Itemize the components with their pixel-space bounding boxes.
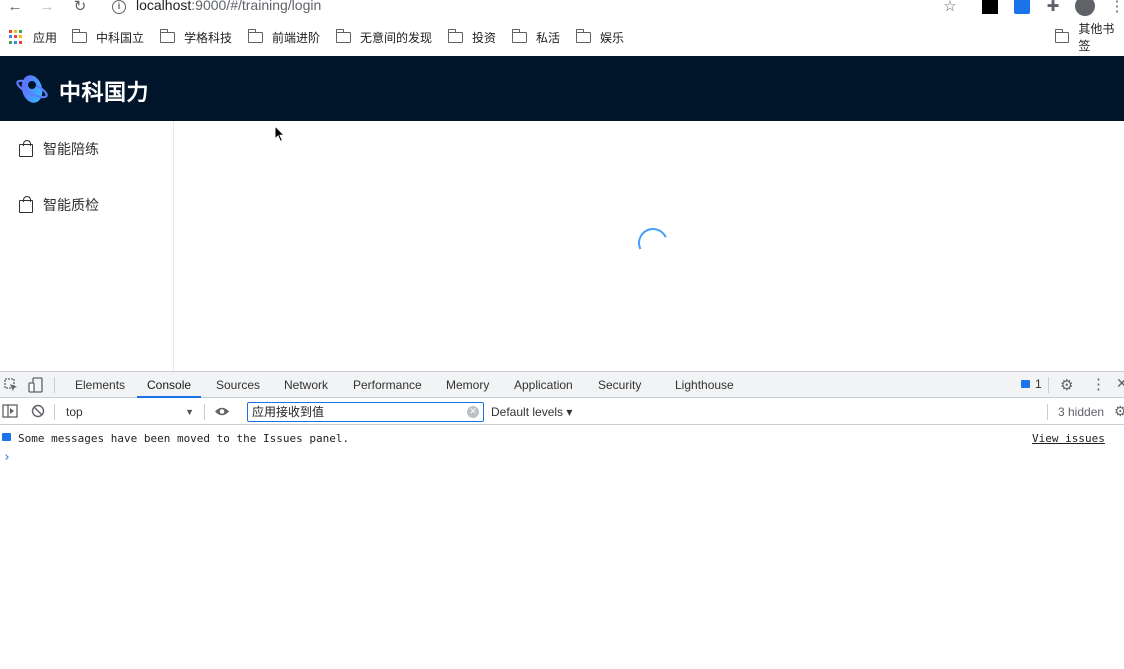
live-expression-eye-icon[interactable] <box>214 406 230 417</box>
menu-item-label: 智能陪练 <box>43 141 99 157</box>
shopping-bag-icon <box>19 196 33 213</box>
tab-elements[interactable]: Elements <box>75 372 125 398</box>
menu-item-training[interactable]: 智能陪练 <box>0 129 173 169</box>
issues-count: 1 <box>1035 377 1042 391</box>
bookmark-label: 娱乐 <box>600 30 625 45</box>
browser-menu-icon[interactable]: ⋮ <box>1108 0 1124 16</box>
message-text: Some messages have been moved to the Iss… <box>18 432 350 445</box>
folder-icon <box>159 28 175 43</box>
settings-gear-icon[interactable]: ⚙ <box>1060 376 1073 394</box>
filter-value: 应用接收到值 <box>252 405 325 419</box>
divider <box>1048 377 1049 393</box>
bookmark-label: 投资 <box>472 30 497 45</box>
blue-extension-icon[interactable] <box>1014 0 1030 14</box>
mouse-cursor-icon <box>274 125 286 143</box>
console-filter-input[interactable]: 应用接收到值 ✕ <box>247 402 484 422</box>
device-toolbar-icon[interactable] <box>28 377 44 393</box>
extensions-puzzle-icon[interactable]: ✚ <box>1044 0 1062 16</box>
tab-sources[interactable]: Sources <box>216 372 260 398</box>
inspect-element-icon[interactable] <box>4 378 18 392</box>
bookmark-folder[interactable]: 中科国立 <box>71 28 145 45</box>
folder-icon <box>1054 28 1070 43</box>
context-value: top <box>66 405 83 419</box>
console-settings-gear-icon[interactable]: ⚙ <box>1114 403 1124 420</box>
site-info-icon[interactable]: i <box>112 0 126 14</box>
tab-performance[interactable]: Performance <box>353 372 422 398</box>
profile-avatar-icon[interactable] <box>1075 0 1095 16</box>
console-message: Some messages have been moved to the Iss… <box>0 430 1124 448</box>
console-prompt[interactable]: › <box>3 450 11 465</box>
bookmark-folder[interactable]: 投资 <box>447 28 497 45</box>
hidden-count: 3 hidden <box>1058 405 1105 419</box>
bookmark-apps[interactable]: 应用 <box>9 29 57 45</box>
tab-console[interactable]: Console <box>137 372 202 398</box>
folder-icon <box>447 28 463 43</box>
devtools-panel: Elements Console Sources Network Perform… <box>0 371 1124 669</box>
console-toolbar: top ▼ 应用接收到值 ✕ Default levels ▾ 3 hidden… <box>0 399 1124 425</box>
sidebar-toggle-icon[interactable] <box>2 404 18 418</box>
reload-icon[interactable]: ↻ <box>71 0 89 16</box>
app-header: 中科国力 <box>0 56 1124 121</box>
tab-lighthouse[interactable]: Lighthouse <box>675 372 734 398</box>
tab-memory[interactable]: Memory <box>446 372 489 398</box>
browser-toolbar: ← → ↻ i localhost:9000/#/training/login … <box>0 0 1124 22</box>
tab-security[interactable]: Security <box>598 372 641 398</box>
main-content <box>174 121 1124 371</box>
address-bar[interactable]: localhost:9000/#/training/login <box>136 0 321 13</box>
bookmark-label: 私活 <box>536 30 561 45</box>
folder-icon <box>575 28 591 43</box>
issue-flag-icon <box>1021 380 1030 388</box>
back-icon[interactable]: ← <box>6 0 24 16</box>
bookmark-label: 中科国立 <box>96 30 145 45</box>
url-host: localhost <box>136 0 192 13</box>
bookmark-folder[interactable]: 私活 <box>511 28 561 45</box>
bookmark-folder[interactable]: 学格科技 <box>159 28 233 45</box>
issues-badge[interactable]: 1 <box>1021 377 1042 391</box>
context-select[interactable]: top ▼ <box>60 402 200 422</box>
url-path: :9000/#/training/login <box>191 0 322 13</box>
bookmark-star-icon[interactable]: ☆ <box>941 0 959 16</box>
divider <box>54 377 55 393</box>
menu-item-quality-check[interactable]: 智能质检 <box>0 185 173 225</box>
bookmark-folder[interactable]: 前端进阶 <box>247 28 321 45</box>
app-title: 中科国力 <box>59 80 150 105</box>
bookmarks-bar: 应用 中科国立 学格科技 前端进阶 无意间的发现 投资 私活 娱乐 其他书签 <box>0 22 1124 53</box>
bookmark-folder[interactable]: 无意间的发现 <box>335 28 433 45</box>
divider <box>204 404 205 420</box>
issue-flag-icon <box>2 433 11 441</box>
bookmark-label: 无意间的发现 <box>360 30 433 45</box>
folder-icon <box>247 28 263 43</box>
tab-application[interactable]: Application <box>514 372 573 398</box>
bookmark-other[interactable]: 其他书签 <box>1054 22 1124 53</box>
shopping-bag-icon <box>19 140 33 157</box>
devtools-tabbar: Elements Console Sources Network Perform… <box>0 372 1124 398</box>
dropdown-arrow-icon: ▼ <box>185 407 194 417</box>
bookmark-label: 应用 <box>33 30 58 45</box>
divider <box>1047 404 1048 420</box>
loading-spinner <box>633 223 673 263</box>
close-devtools-icon[interactable]: ✕ <box>1116 375 1124 392</box>
bookmark-label: 其他书签 <box>1078 22 1115 53</box>
folder-icon <box>511 28 527 43</box>
divider <box>54 404 55 420</box>
more-options-icon[interactable]: ⋮ <box>1091 375 1106 393</box>
folder-icon <box>71 28 87 43</box>
view-issues-link[interactable]: View issues <box>1032 430 1105 448</box>
bookmark-label: 前端进阶 <box>272 30 321 45</box>
bookmark-label: 学格科技 <box>184 30 233 45</box>
menu-item-label: 智能质检 <box>43 197 99 213</box>
tab-network[interactable]: Network <box>284 372 328 398</box>
logo-icon <box>16 75 48 103</box>
folder-icon <box>335 28 351 43</box>
binary-extension-icon[interactable] <box>982 0 998 14</box>
forward-icon[interactable]: → <box>38 0 56 16</box>
clear-console-icon[interactable] <box>31 404 45 418</box>
bookmark-folder[interactable]: 娱乐 <box>575 28 625 45</box>
log-levels-dropdown[interactable]: Default levels ▾ <box>491 402 572 422</box>
apps-grid-icon <box>9 30 23 44</box>
sidebar-menu: 智能陪练 智能质检 <box>0 121 174 371</box>
clear-filter-icon[interactable]: ✕ <box>467 406 479 418</box>
